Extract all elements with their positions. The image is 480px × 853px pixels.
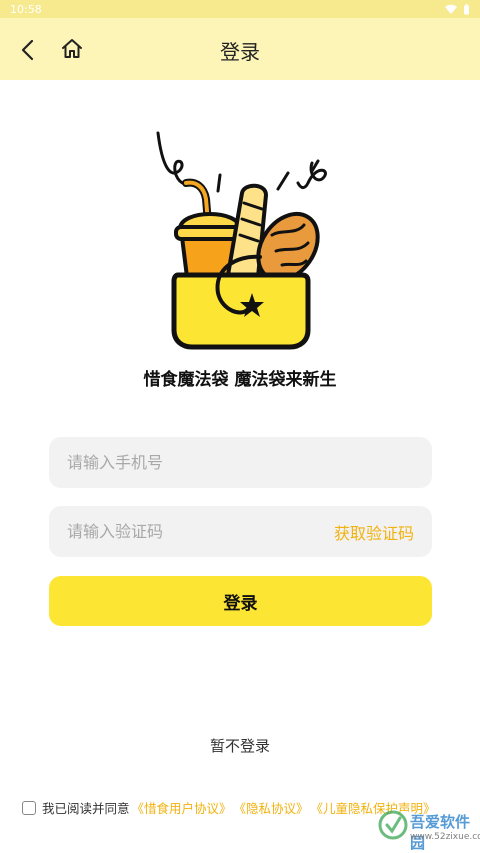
- code-input[interactable]: [67, 522, 334, 541]
- watermark-url: www.52zixue.com: [410, 832, 480, 842]
- get-code-button[interactable]: 获取验证码: [334, 520, 414, 544]
- wifi-icon: [445, 4, 457, 14]
- status-icons: [445, 3, 470, 15]
- agreement-text: 我已阅读并同意: [42, 801, 130, 816]
- watermark-logo-icon: [378, 810, 408, 840]
- phone-field[interactable]: [49, 437, 432, 488]
- app-slogan: 惜食魔法袋 魔法袋来新生: [143, 370, 337, 390]
- user-agreement-link[interactable]: 《惜食用户协议》: [132, 798, 232, 817]
- magic-bag-logo: [156, 131, 327, 350]
- battery-icon: [464, 3, 469, 14]
- skip-login-link[interactable]: 暂不登录: [0, 735, 480, 756]
- status-time: 10:58: [10, 2, 42, 16]
- status-bar: 10:58: [0, 0, 480, 18]
- phone-input[interactable]: [67, 453, 414, 472]
- agreement-checkbox[interactable]: [22, 800, 36, 815]
- page-title: 登录: [220, 40, 260, 64]
- header: 登录: [0, 18, 480, 80]
- login-button[interactable]: 登录: [49, 576, 432, 626]
- privacy-agreement-link[interactable]: 《隐私协议》: [234, 798, 309, 817]
- code-field[interactable]: 获取验证码: [49, 506, 432, 557]
- watermark: 吾爱软件园 www.52zixue.com: [376, 801, 480, 852]
